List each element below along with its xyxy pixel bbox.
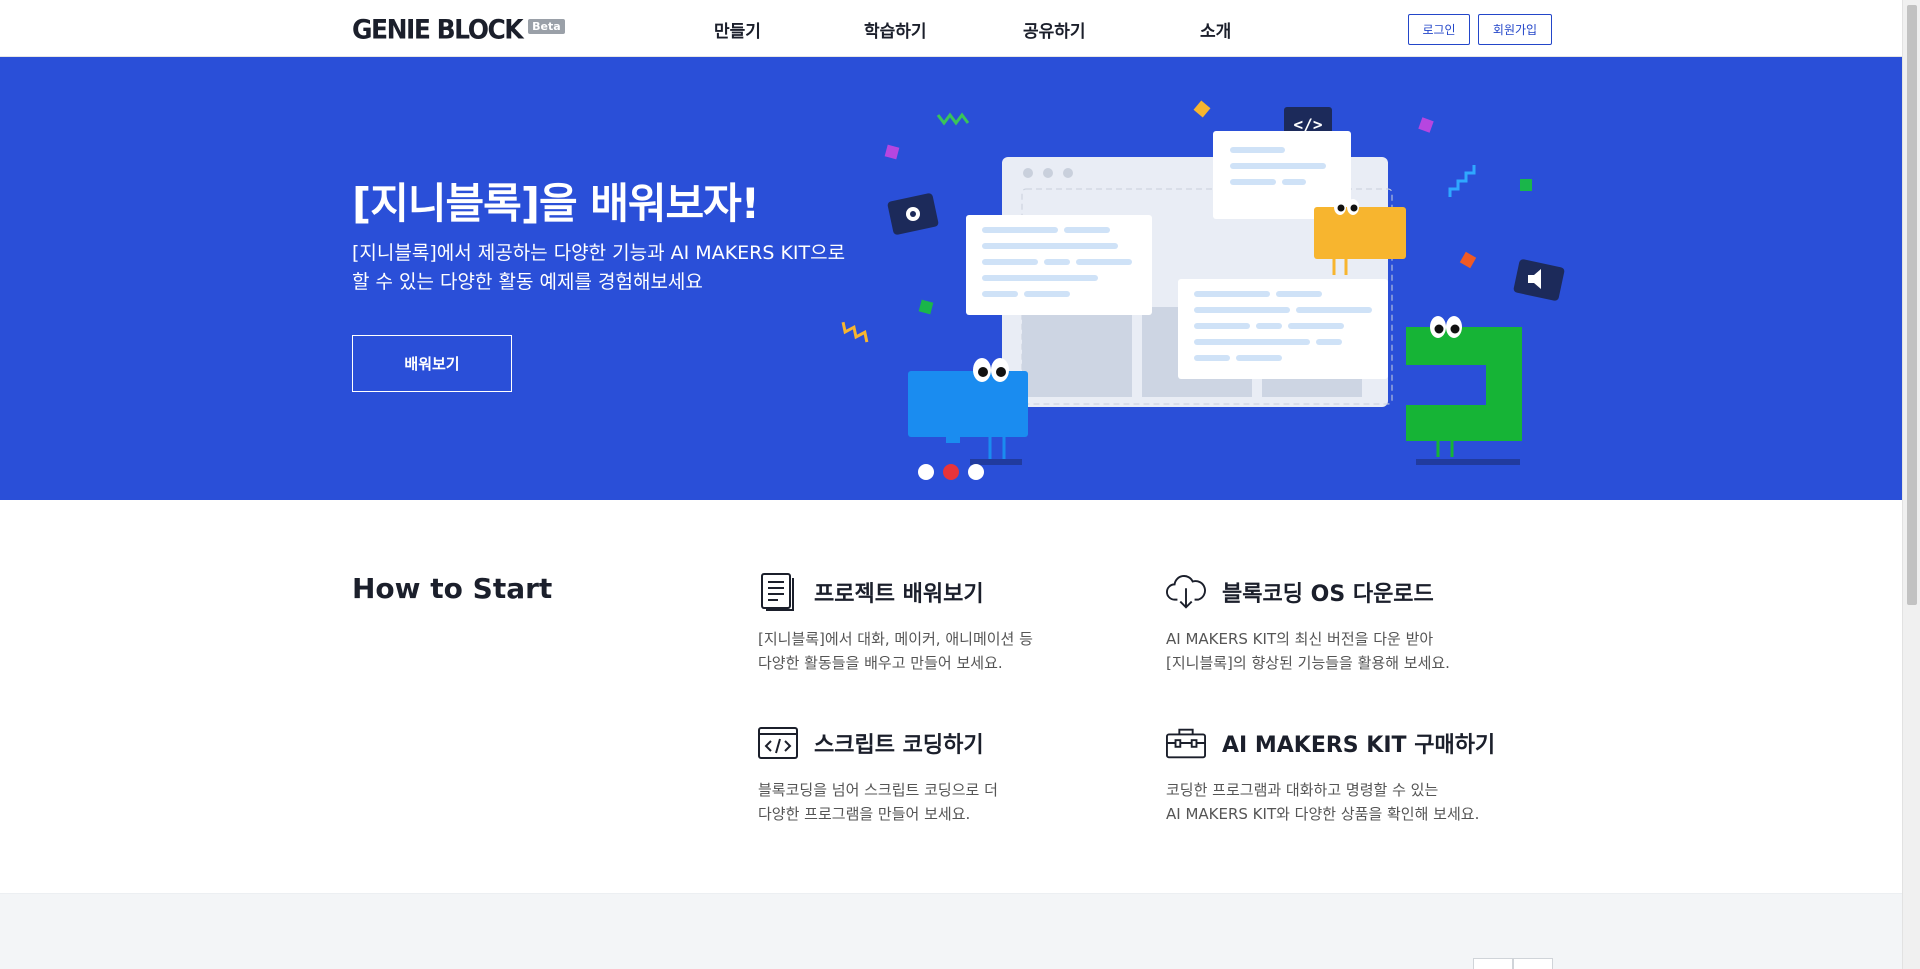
pager-next-button[interactable] [1513, 958, 1553, 969]
toolbox-icon [1166, 723, 1206, 763]
site-header: GENIE BLOCK Beta 만들기 학습하기 공유하기 소개 로그인 회원… [0, 0, 1902, 57]
card-title: 스크립트 코딩하기 [814, 733, 984, 758]
carousel-dot-2[interactable] [943, 464, 959, 480]
card-kit-purchase[interactable]: AI MAKERS KIT 구매하기 코딩한 프로그램과 대화하고 명령할 수 … [1166, 723, 1546, 826]
card-title: 블록코딩 OS 다운로드 [1222, 582, 1434, 607]
how-to-start-section: How to Start 프로젝트 배워보기 [지니블록]에서 대화, 메이커,… [0, 500, 1902, 893]
genie-block-logo[interactable]: GENIE BLOCK Beta [352, 14, 565, 45]
hero-banner: [지니블록]을 배워보자! [지니블록]에서 제공하는 다양한 기능과 AI M… [0, 57, 1902, 500]
card-desc-line: 다양한 활동들을 배우고 만들어 보세요. [758, 654, 1003, 672]
cloud-download-icon [1166, 572, 1206, 612]
code-window-icon [758, 723, 798, 763]
hero-illustration: </> [841, 100, 1565, 465]
card-desc-line: AI MAKERS KIT와 다양한 상품을 확인해 보세요. [1166, 805, 1480, 823]
blue-block-character [908, 358, 1028, 465]
card-description: AI MAKERS KIT의 최신 버전을 다운 받아 [지니블록]의 향상된 … [1166, 627, 1546, 675]
page-scrollbar[interactable] [1902, 0, 1920, 969]
nav-item-make[interactable]: 만들기 [714, 17, 761, 42]
hero-title: [지니블록]을 배워보자! [352, 179, 760, 228]
beta-badge: Beta [528, 19, 565, 34]
card-desc-line: 블록코딩을 넘어 스크립트 코딩으로 더 [758, 781, 998, 799]
pager-controls [1473, 958, 1553, 969]
card-os-download[interactable]: 블록코딩 OS 다운로드 AI MAKERS KIT의 최신 버전을 다운 받아… [1166, 572, 1546, 675]
confetti-square [1193, 100, 1211, 118]
section-title: How to Start [352, 572, 553, 605]
nav-item-share[interactable]: 공유하기 [1023, 17, 1086, 42]
card-desc-line: [지니블록]에서 대화, 메이커, 애니메이션 등 [758, 630, 1033, 648]
green-block-character [1406, 316, 1522, 465]
pager-prev-button[interactable] [1473, 958, 1513, 969]
logo-text: GENIE BLOCK [352, 14, 524, 45]
confetti-stairs [1448, 165, 1476, 197]
scrollbar-thumb[interactable] [1907, 5, 1917, 605]
card-script-coding[interactable]: 스크립트 코딩하기 블록코딩을 넘어 스크립트 코딩으로 더 다양한 프로그램을… [758, 723, 1138, 826]
content-card [1178, 279, 1388, 379]
hero-carousel-dots [918, 464, 984, 480]
confetti-zigzag [841, 321, 869, 343]
carousel-dot-3[interactable] [968, 464, 984, 480]
card-desc-line: 다양한 프로그램을 만들어 보세요. [758, 805, 971, 823]
confetti-square [918, 299, 934, 315]
confetti-zigzag [936, 112, 970, 126]
card-title: AI MAKERS KIT 구매하기 [1222, 733, 1496, 758]
card-desc-line: 코딩한 프로그램과 대화하고 명령할 수 있는 [1166, 781, 1439, 799]
next-section-band [0, 893, 1902, 969]
card-desc-line: [지니블록]의 향상된 기능들을 활용해 보세요. [1166, 654, 1450, 672]
learn-button[interactable]: 배워보기 [352, 335, 512, 392]
card-project-learn[interactable]: 프로젝트 배워보기 [지니블록]에서 대화, 메이커, 애니메이션 등 다양한 … [758, 572, 1138, 675]
nav-item-about[interactable]: 소개 [1200, 17, 1231, 42]
card-desc-line: AI MAKERS KIT의 최신 버전을 다운 받아 [1166, 630, 1434, 648]
carousel-dot-1[interactable] [918, 464, 934, 480]
card-description: [지니블록]에서 대화, 메이커, 애니메이션 등 다양한 활동들을 배우고 만… [758, 627, 1138, 675]
card-title: 프로젝트 배워보기 [814, 582, 984, 607]
login-button[interactable]: 로그인 [1408, 14, 1470, 45]
content-card [1213, 131, 1351, 219]
card-description: 블록코딩을 넘어 스크립트 코딩으로 더 다양한 프로그램을 만들어 보세요. [758, 778, 1138, 826]
content-card [966, 215, 1152, 315]
confetti-square [1459, 251, 1477, 269]
nav-item-learn[interactable]: 학습하기 [864, 17, 927, 42]
document-icon [758, 572, 798, 612]
confetti-square [1418, 117, 1434, 133]
confetti-square [1520, 179, 1532, 191]
card-description: 코딩한 프로그램과 대화하고 명령할 수 있는 AI MAKERS KIT와 다… [1166, 778, 1546, 826]
confetti-square [884, 144, 900, 160]
signup-button[interactable]: 회원가입 [1478, 14, 1552, 45]
